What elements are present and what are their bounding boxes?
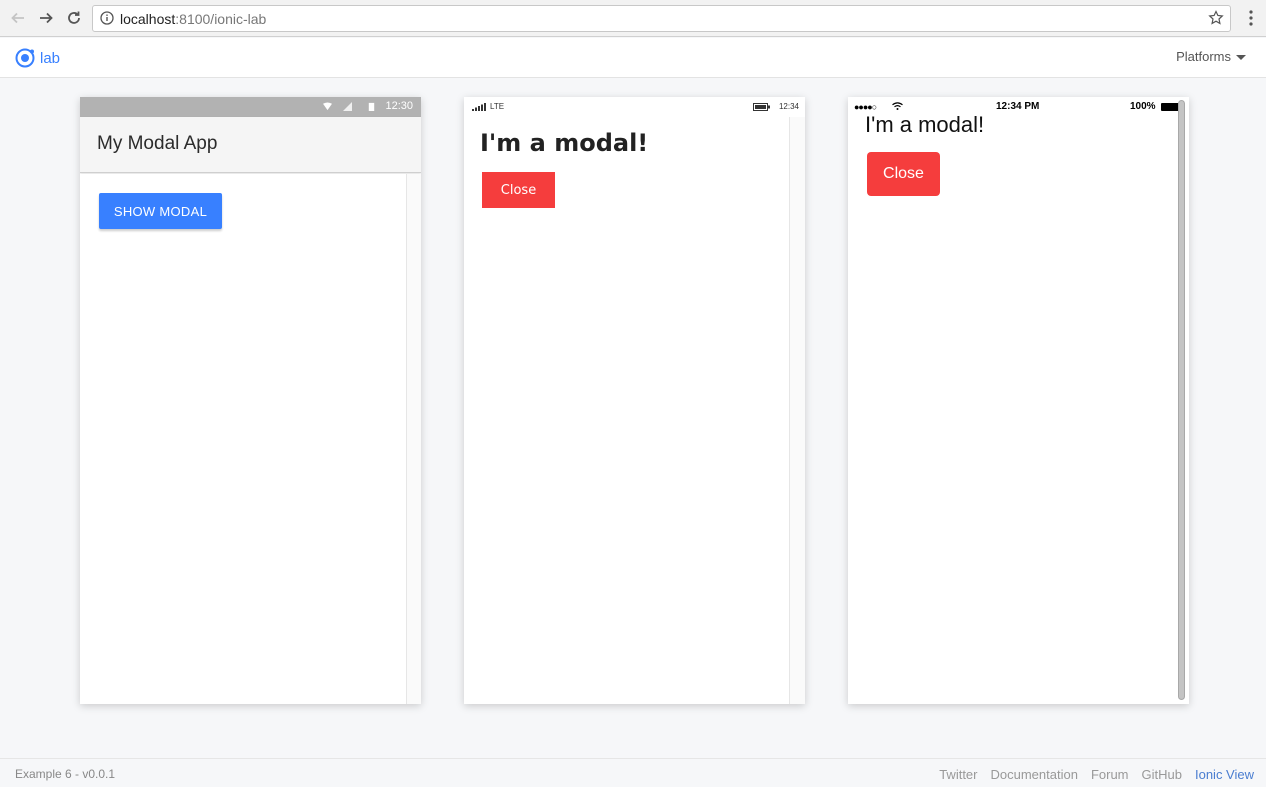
bookmark-star-icon[interactable] (1208, 10, 1224, 26)
windows-status-bar: LTE 12:34 (464, 97, 805, 117)
address-bar[interactable]: localhost:8100/ionic-lab (92, 5, 1231, 32)
ionic-logo-icon (15, 48, 35, 68)
url-host: localhost (120, 11, 176, 27)
browser-toolbar: localhost:8100/ionic-lab (0, 0, 1266, 37)
signal-icon (472, 103, 486, 111)
ios-scrollbar[interactable] (1178, 100, 1185, 700)
platforms-label: Platforms (1176, 49, 1231, 64)
forward-button[interactable] (36, 8, 56, 28)
modal-title: I'm a modal! (480, 129, 649, 157)
android-content (80, 174, 406, 704)
info-icon[interactable] (100, 11, 114, 25)
reload-icon (68, 11, 80, 24)
battery-icon (368, 102, 375, 111)
back-arrow-icon (11, 12, 24, 24)
windows-device: LTE 12:34 I'm a modal! Close (464, 97, 805, 704)
windows-scrollbar[interactable] (789, 117, 805, 704)
android-scrollbar[interactable] (406, 174, 421, 704)
browser-menu-icon[interactable] (1243, 8, 1259, 28)
lab-footer: Example 6 - v0.0.1 Twitter Documentation… (0, 758, 1266, 787)
url-text[interactable]: localhost:8100/ionic-lab (120, 11, 266, 27)
ios-device: ●●●●○ 12:34 PM 100% I'm a modal! Close (848, 97, 1189, 704)
modal-title: I'm a modal! (865, 112, 985, 137)
status-time: 12:34 PM (996, 101, 1040, 112)
app-title: My Modal App (97, 133, 218, 154)
carrier-signal: ●●●●○ (854, 102, 877, 112)
android-toolbar: My Modal App (80, 117, 421, 173)
reload-button[interactable] (64, 8, 84, 28)
android-status-bar: 12:30 (80, 97, 421, 117)
lab-logo[interactable]: lab (14, 47, 60, 69)
url-path: :8100/ionic-lab (175, 11, 267, 27)
wifi-icon (323, 102, 332, 111)
battery-icon (753, 103, 770, 111)
version-label: Example 6 - v0.0.1 (15, 767, 116, 781)
footer-links: Twitter Documentation Forum GitHub Ionic… (939, 767, 1254, 782)
show-modal-button[interactable]: SHOW MODAL (99, 193, 222, 229)
close-button[interactable]: Close (867, 152, 940, 196)
documentation-link[interactable]: Documentation (991, 767, 1078, 782)
lab-header: lab Platforms (0, 38, 1266, 78)
platforms-dropdown[interactable]: Platforms (1176, 49, 1246, 64)
forum-link[interactable]: Forum (1091, 767, 1129, 782)
close-button[interactable]: Close (482, 172, 555, 208)
back-button[interactable] (8, 8, 28, 28)
network-label: LTE (490, 102, 505, 111)
twitter-link[interactable]: Twitter (939, 767, 977, 782)
status-time: 12:30 (385, 100, 413, 112)
signal-icon (343, 102, 352, 111)
android-device: 12:30 My Modal App SHOW MODAL (80, 97, 421, 704)
status-time: 12:34 (778, 102, 799, 111)
logo-text: lab (40, 49, 61, 67)
wifi-icon (892, 102, 903, 110)
forward-arrow-icon (40, 12, 53, 24)
github-link[interactable]: GitHub (1142, 767, 1182, 782)
battery-percent: 100% (1130, 101, 1156, 112)
ionic-view-link[interactable]: Ionic View (1195, 767, 1254, 782)
caret-down-icon (1236, 55, 1246, 60)
